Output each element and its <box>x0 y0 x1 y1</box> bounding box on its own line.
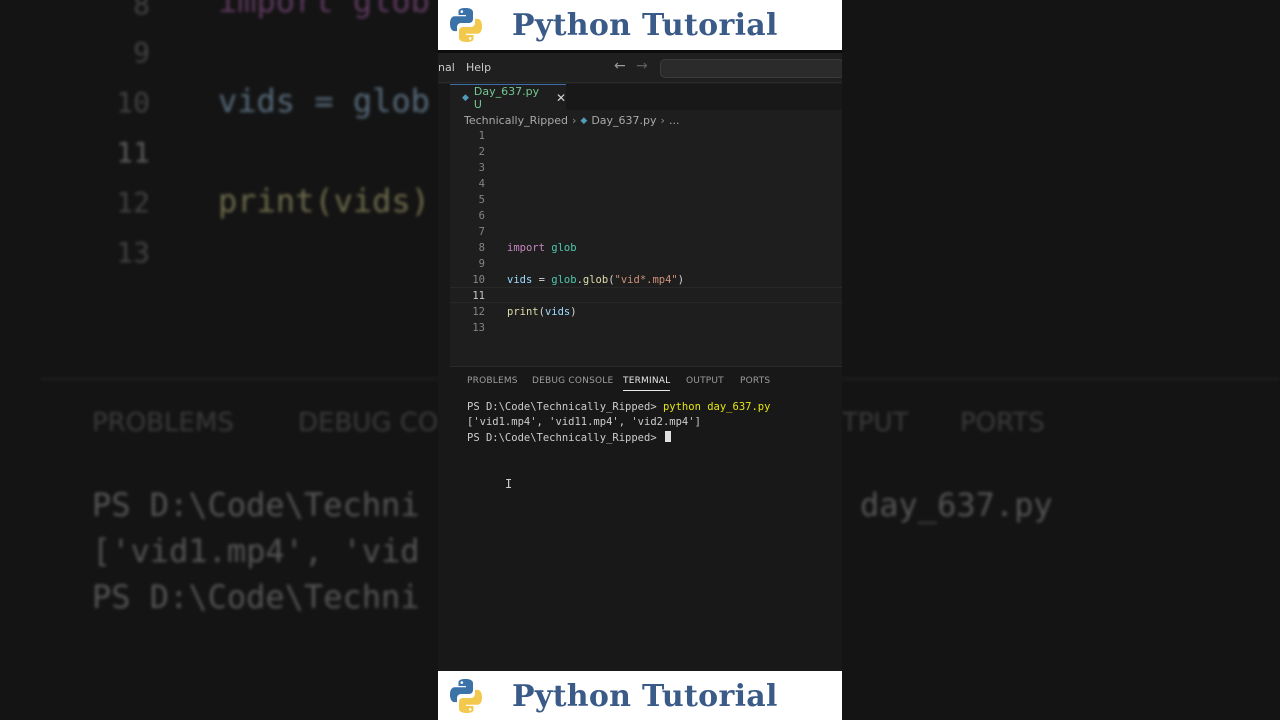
video-frame: Python Tutorial nal Help ← → ◆ Day_637.p… <box>438 0 842 720</box>
arrow-right-icon[interactable]: → <box>636 58 648 74</box>
terminal-line[interactable]: PS D:\Code\Technically_Ripped> <box>467 431 671 444</box>
breadcrumb-more[interactable]: ... <box>669 114 680 127</box>
close-icon[interactable]: ✕ <box>556 91 566 105</box>
bg-line-number: 8 <box>133 0 150 21</box>
bg-tab: PROBLEMS <box>92 408 234 438</box>
line-number: 11 <box>472 290 485 302</box>
code-editor[interactable]: 1 2 3 4 5 6 7 8 import glob 9 10 vids = … <box>450 128 842 366</box>
code-text: vids = glob.glob("vid*.mp4") <box>507 274 685 286</box>
line-number: 10 <box>472 274 485 286</box>
code-line: 5 <box>450 192 842 208</box>
editor-tabs: ◆ Day_637.py U ✕ <box>438 84 842 111</box>
bottom-banner: Python Tutorial <box>438 671 842 720</box>
tab-problems[interactable]: PROBLEMS <box>467 376 518 386</box>
code-line: 7 <box>450 224 842 240</box>
bottom-panel: PROBLEMS DEBUG CONSOLE TERMINAL OUTPUT P… <box>450 366 842 671</box>
bg-code-import: import glob <box>218 0 430 20</box>
line-number: 7 <box>478 226 485 238</box>
python-logo-icon <box>450 679 482 713</box>
line-number: 3 <box>478 162 485 174</box>
line-number: 4 <box>478 178 485 190</box>
code-line: 8 import glob <box>450 240 842 256</box>
command-center-search[interactable] <box>660 59 842 78</box>
code-line-active: 11 <box>450 287 842 303</box>
terminal-output: ['vid1.mp4', 'vid11.mp4', 'vid2.mp4'] <box>467 416 701 428</box>
activity-bar <box>438 110 450 720</box>
code-line: 12 print(vids) <box>450 304 842 320</box>
menu-item-terminal[interactable]: nal <box>438 61 455 74</box>
tab-debug-console[interactable]: DEBUG CONSOLE <box>532 376 613 386</box>
line-number: 8 <box>478 242 485 254</box>
line-number: 5 <box>478 194 485 206</box>
tab-ports[interactable]: PORTS <box>740 376 770 386</box>
line-number: 1 <box>478 130 485 142</box>
bg-code-vids: vids = glob <box>218 82 430 120</box>
code-line: 6 <box>450 208 842 224</box>
tab-filename: Day_637.py U <box>473 84 540 111</box>
code-line: 1 <box>450 128 842 144</box>
python-file-icon: ◆ <box>462 92 469 103</box>
bg-line-number: 11 <box>116 136 150 169</box>
chevron-right-icon: › <box>572 114 577 127</box>
menu-bar: nal Help ← → <box>438 53 842 83</box>
tab-terminal[interactable]: TERMINAL <box>623 376 671 391</box>
python-logo-icon <box>450 8 482 42</box>
breadcrumb-folder[interactable]: Technically_Ripped <box>464 114 568 127</box>
tab-output[interactable]: OUTPUT <box>686 376 724 386</box>
tab-day-637[interactable]: ◆ Day_637.py U ✕ <box>450 84 566 111</box>
terminal-command: python day_637.py <box>662 401 771 413</box>
code-text: import glob <box>507 242 577 254</box>
code-line: 3 <box>450 160 842 176</box>
bg-terminal-line: PS D:\Code\Techni <box>92 578 420 616</box>
bg-line-number: 12 <box>116 186 150 219</box>
bg-terminal-line: PS D:\Code\Techni <box>92 486 420 524</box>
bg-line-number: 13 <box>116 236 150 269</box>
bg-line-number: 10 <box>116 86 150 119</box>
terminal-prompt: PS D:\Code\Technically_Ripped> <box>467 401 663 413</box>
bg-tab: TPUT <box>842 408 909 438</box>
code-line: 4 <box>450 176 842 192</box>
line-number: 12 <box>472 306 485 318</box>
bg-code-print: print(vids) <box>218 182 430 220</box>
bg-tab: DEBUG CO <box>298 408 439 438</box>
text-cursor-icon: I <box>505 477 513 491</box>
terminal-cursor <box>664 431 671 442</box>
bg-terminal-line: day_637.py <box>860 486 1053 524</box>
terminal-line: PS D:\Code\Technically_Ripped> python da… <box>467 401 770 413</box>
arrow-left-icon[interactable]: ← <box>614 58 626 74</box>
bg-terminal-line: ['vid1.mp4', 'vid <box>92 532 420 570</box>
line-number: 2 <box>478 146 485 158</box>
line-number: 9 <box>478 258 485 270</box>
code-text: print(vids) <box>507 306 577 318</box>
line-number: 6 <box>478 210 485 222</box>
code-line: 9 <box>450 256 842 272</box>
breadcrumb: Technically_Ripped › ◆ Day_637.py › ... <box>464 114 679 127</box>
code-line: 2 <box>450 144 842 160</box>
code-line: 13 <box>450 320 842 336</box>
menu-item-help[interactable]: Help <box>466 61 491 74</box>
top-banner: Python Tutorial <box>438 0 842 50</box>
breadcrumb-file[interactable]: Day_637.py <box>591 114 656 127</box>
banner-title: Python Tutorial <box>512 7 778 43</box>
bg-line-number: 9 <box>133 36 150 69</box>
terminal-prompt: PS D:\Code\Technically_Ripped> <box>467 432 663 444</box>
code-line: 10 vids = glob.glob("vid*.mp4") <box>450 272 842 288</box>
line-number: 13 <box>472 322 485 334</box>
python-file-icon: ◆ <box>580 115 588 126</box>
banner-title: Python Tutorial <box>512 678 778 714</box>
chevron-right-icon: › <box>660 114 665 127</box>
bg-tab: PORTS <box>960 408 1045 438</box>
